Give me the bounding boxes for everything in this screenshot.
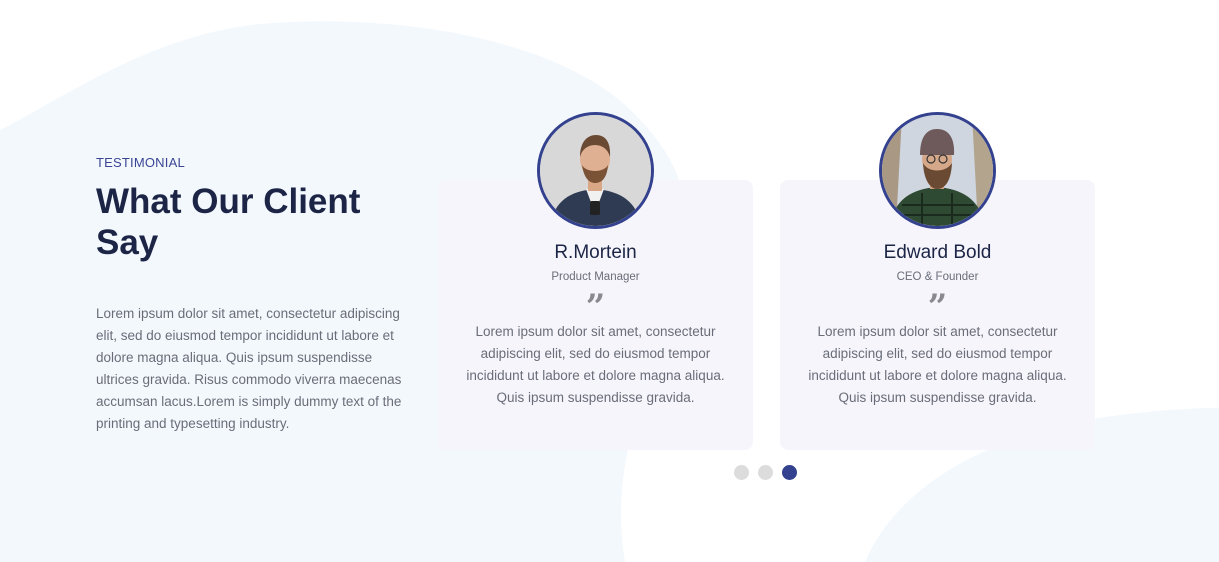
testimonial-name: R.Mortein [554, 242, 637, 263]
testimonial-name: Edward Bold [883, 242, 992, 263]
avatar [537, 112, 654, 229]
testimonial-section: TESTIMONIAL What Our Client Say Lorem ip… [0, 0, 1219, 562]
carousel-dot-3[interactable] [782, 465, 797, 480]
avatar-photo [540, 115, 651, 226]
section-intro: Lorem ipsum dolor sit amet, consectetur … [96, 306, 402, 431]
quote-icon: ” [585, 290, 606, 316]
carousel-dot-1[interactable] [734, 465, 749, 480]
section-heading: What Our Client Say [96, 182, 361, 262]
avatar-photo [882, 115, 993, 226]
avatar [879, 112, 996, 229]
testimonial-role: Product Manager [551, 271, 640, 283]
testimonial-role: CEO & Founder [896, 271, 979, 283]
section-eyebrow: TESTIMONIAL [96, 155, 185, 170]
testimonial-text: Lorem ipsum dolor sit amet, consectetur … [466, 324, 725, 405]
carousel-pagination [734, 465, 797, 480]
carousel-dot-2[interactable] [758, 465, 773, 480]
quote-icon: ” [927, 290, 948, 316]
testimonial-text: Lorem ipsum dolor sit amet, consectetur … [808, 324, 1067, 405]
